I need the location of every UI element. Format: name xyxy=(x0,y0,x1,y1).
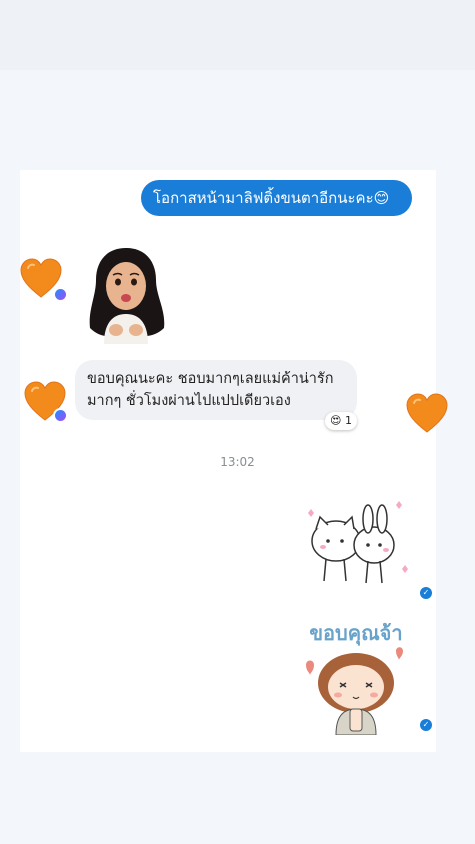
messenger-badge-icon xyxy=(54,409,67,422)
thank-you-sticker[interactable]: ขอบคุณจ้า xyxy=(300,615,412,735)
seen-check-icon: ✓ xyxy=(420,587,432,599)
incoming-message-line: ขอบคุณนะคะ ชอบมากๆเลยแม่ค้าน่ารัก xyxy=(87,371,334,387)
seen-check-icon: ✓ xyxy=(420,719,432,731)
girl-sticker-illustration xyxy=(306,647,403,735)
reaction-badge[interactable]: 😍 1 xyxy=(325,412,357,430)
heart-eyes-emoji: 😍 xyxy=(330,414,342,427)
status-area xyxy=(0,0,475,70)
cat-bunny-sticker[interactable] xyxy=(298,497,410,592)
incoming-message-bubble[interactable]: ขอบคุณนะคะ ชอบมากๆเลยแม่ค้าน่ารัก มากๆ ช… xyxy=(75,360,357,420)
orange-heart-icon xyxy=(406,393,448,433)
reaction-count: 1 xyxy=(344,414,352,427)
message-timestamp: 13:02 xyxy=(220,455,255,469)
outgoing-message-bubble[interactable]: โอกาสหน้ามาลิฟติ้งขนตาอีกนะคะ😊 xyxy=(141,180,412,216)
avatar-sticker[interactable] xyxy=(84,244,168,344)
incoming-message-line: มากๆ ชั่วโมงผ่านไปแปปเดียวเอง xyxy=(87,393,291,409)
messenger-badge-icon xyxy=(54,288,67,301)
